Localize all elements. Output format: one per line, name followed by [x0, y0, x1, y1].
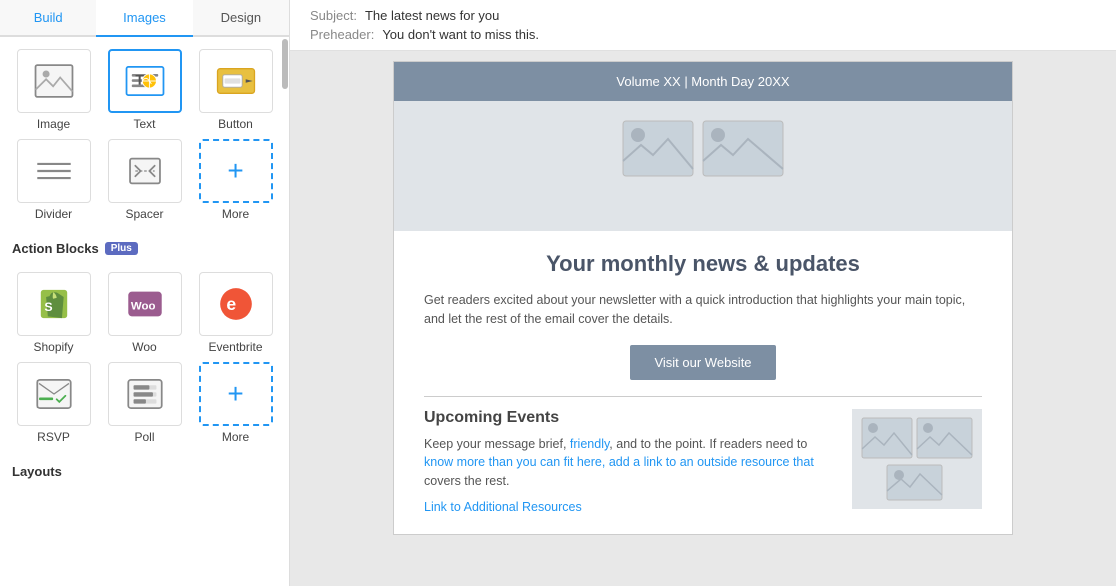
- block-spacer[interactable]: Spacer: [103, 139, 186, 221]
- svg-text:Woo: Woo: [130, 300, 155, 312]
- tab-images[interactable]: Images: [96, 0, 192, 37]
- left-panel: Build Images Design Image: [0, 0, 290, 586]
- email-cta: Visit our Website: [424, 345, 982, 380]
- tab-build[interactable]: Build: [0, 0, 96, 37]
- plus-badge: Plus: [105, 242, 138, 255]
- more1-plus-icon: +: [227, 155, 243, 187]
- preheader-row: Preheader: You don't want to miss this.: [310, 27, 1096, 42]
- events-link[interactable]: Link to Additional Resources: [424, 500, 582, 514]
- email-headline: Your monthly news & updates: [424, 251, 982, 277]
- events-body: Keep your message brief, friendly, and t…: [424, 435, 838, 491]
- email-intro: Get readers excited about your newslette…: [424, 291, 982, 329]
- email-hero-image: [394, 101, 1012, 231]
- shopify-icon-box: S: [17, 272, 91, 336]
- divider-label: Divider: [35, 207, 72, 221]
- email-preview-wrap: Volume XX | Month Day 20XX Your monthly …: [290, 51, 1116, 586]
- right-area: Subject: The latest news for you Prehead…: [290, 0, 1116, 586]
- woo-icon-box: Woo: [108, 272, 182, 336]
- text-icon-box: T: [108, 49, 182, 113]
- preheader-value: You don't want to miss this.: [382, 27, 539, 42]
- preheader-label: Preheader:: [310, 27, 374, 42]
- cta-button[interactable]: Visit our Website: [630, 345, 775, 380]
- layouts-section-title: Layouts: [0, 456, 289, 483]
- block-shopify[interactable]: S Shopify: [12, 272, 95, 354]
- block-poll[interactable]: Poll: [103, 362, 186, 444]
- rsvp-icon-box: [17, 362, 91, 426]
- poll-icon-box: [108, 362, 182, 426]
- subject-label: Subject:: [310, 8, 357, 23]
- poll-label: Poll: [134, 430, 154, 444]
- tab-design[interactable]: Design: [193, 0, 289, 37]
- more2-label: More: [222, 430, 249, 444]
- action-blocks-title-text: Action Blocks: [12, 241, 99, 256]
- email-header-band: Volume XX | Month Day 20XX: [394, 62, 1012, 101]
- more1-label: More: [222, 207, 249, 221]
- svg-text:S: S: [44, 300, 52, 314]
- woo-label: Woo: [132, 340, 156, 354]
- text-label: Text: [133, 117, 155, 131]
- email-header-text: Volume XX | Month Day 20XX: [616, 74, 789, 89]
- more1-icon-box: +: [199, 139, 273, 203]
- block-woo[interactable]: Woo Woo: [103, 272, 186, 354]
- eventbrite-icon-box: e: [199, 272, 273, 336]
- button-label: Button: [218, 117, 253, 131]
- content-blocks-grid: Image T Text: [0, 37, 289, 233]
- block-eventbrite[interactable]: e Eventbrite: [194, 272, 277, 354]
- events-section: Upcoming Events Keep your message brief,…: [424, 409, 982, 514]
- action-blocks-section-title: Action Blocks Plus: [0, 233, 289, 260]
- block-image[interactable]: Image: [12, 49, 95, 131]
- email-divider: [424, 396, 982, 397]
- tabs-bar: Build Images Design: [0, 0, 289, 37]
- email-preview: Volume XX | Month Day 20XX Your monthly …: [393, 61, 1013, 535]
- block-button[interactable]: Button: [194, 49, 277, 131]
- eventbrite-label: Eventbrite: [208, 340, 262, 354]
- layouts-title-text: Layouts: [12, 464, 62, 479]
- spacer-icon-box: [108, 139, 182, 203]
- svg-text:e: e: [226, 294, 236, 314]
- subject-row: Subject: The latest news for you: [310, 8, 1096, 23]
- block-text[interactable]: T Text: [103, 49, 186, 131]
- divider-icon-box: [17, 139, 91, 203]
- block-divider[interactable]: Divider: [12, 139, 95, 221]
- block-more1[interactable]: + More: [194, 139, 277, 221]
- email-body: Your monthly news & updates Get readers …: [394, 231, 1012, 534]
- shopify-label: Shopify: [33, 340, 73, 354]
- more2-plus-icon: +: [227, 378, 243, 410]
- spacer-label: Spacer: [125, 207, 163, 221]
- block-more2[interactable]: + More: [194, 362, 277, 444]
- block-rsvp[interactable]: RSVP: [12, 362, 95, 444]
- button-icon-box: [199, 49, 273, 113]
- meta-bar: Subject: The latest news for you Prehead…: [290, 0, 1116, 51]
- more2-icon-box: +: [199, 362, 273, 426]
- events-image: [852, 409, 982, 509]
- events-title: Upcoming Events: [424, 409, 838, 427]
- action-blocks-grid: S Shopify Woo Woo e Eventbrite: [0, 260, 289, 456]
- image-label: Image: [37, 117, 70, 131]
- image-icon-box: [17, 49, 91, 113]
- events-text: Upcoming Events Keep your message brief,…: [424, 409, 838, 514]
- rsvp-label: RSVP: [37, 430, 70, 444]
- subject-value: The latest news for you: [365, 8, 499, 23]
